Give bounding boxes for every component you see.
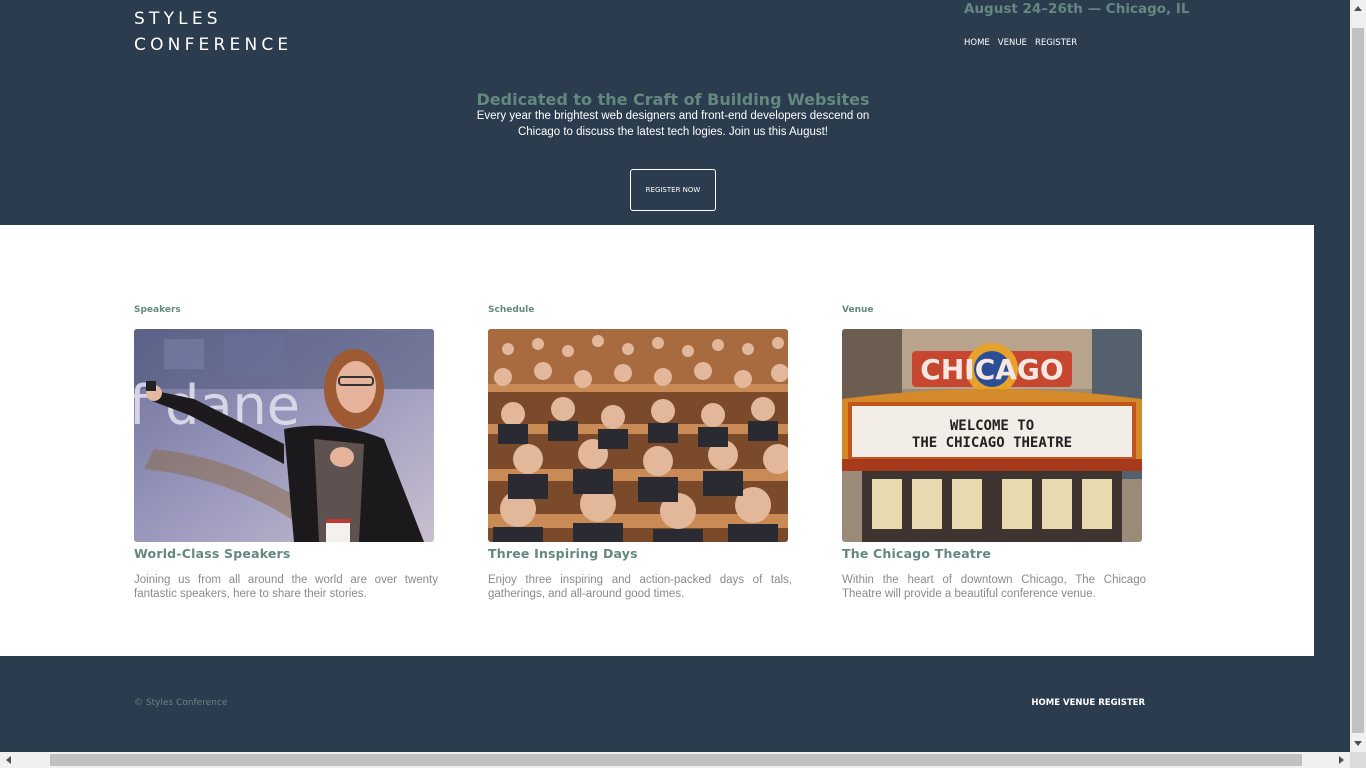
nav-home-link[interactable]: HOME [964, 38, 990, 48]
theatre-photo: CHICAGO WELCOME TO THE CHICAGO THEATRE [842, 329, 1142, 542]
scroll-up-arrow-icon[interactable] [1350, 0, 1366, 17]
venue-image[interactable]: CHICAGO WELCOME TO THE CHICAGO THEATRE [842, 329, 1142, 542]
horizontal-scrollbar[interactable] [0, 752, 1350, 768]
primary-nav: HOME VENUE REGISTER [964, 38, 1077, 48]
venue-title[interactable]: The Chicago Theatre [842, 546, 1146, 561]
marquee-sign-text: CHICAGO [920, 353, 1063, 386]
nav-register-link[interactable]: REGISTER [1035, 38, 1077, 48]
register-now-button[interactable]: REGISTER NOW [630, 169, 716, 211]
speaker-photo: f dane [134, 329, 434, 542]
footer-register-link[interactable]: REGISTER [1098, 698, 1145, 708]
schedule-image[interactable] [488, 329, 788, 542]
speakers-label[interactable]: Speakers [134, 305, 438, 325]
logo-line-conference: CONFERENCE [134, 35, 293, 55]
marquee-welcome-line: WELCOME TO [950, 418, 1034, 434]
venue-description: Within the heart of downtown Chicago, Th… [842, 574, 1146, 600]
scrollbar-corner [1350, 752, 1366, 768]
schedule-column: Schedule Three Inspiring Days Enjoy thre… [488, 305, 792, 601]
audience-photo [488, 329, 788, 542]
schedule-description: Enjoy three inspiring and action-packed … [488, 574, 792, 600]
main-section: Speakers f dane World-Class Speakers Joi… [0, 225, 1314, 656]
speakers-title[interactable]: World-Class Speakers [134, 546, 438, 561]
vertical-scroll-thumb[interactable] [1352, 28, 1364, 733]
speakers-column: Speakers f dane World-Class Speakers Joi… [134, 305, 438, 601]
footer-home-link[interactable]: HOME [1031, 698, 1060, 708]
footer-venue-link[interactable]: VENUE [1063, 698, 1095, 708]
footer-nav: HOME VENUE REGISTER [1031, 698, 1145, 708]
venue-column: Venue CHICAGO WELCOME TO THE CHICAGO THE… [842, 305, 1146, 601]
scroll-left-arrow-icon[interactable] [0, 752, 17, 768]
speakers-description: Joining us from all around the world are… [134, 574, 438, 600]
schedule-title[interactable]: Three Inspiring Days [488, 546, 792, 561]
schedule-label[interactable]: Schedule [488, 305, 792, 325]
hero-title: Dedicated to the Craft of Building Websi… [476, 90, 870, 109]
horizontal-scroll-thumb[interactable] [50, 754, 1302, 766]
logo-line-styles: STYLES [134, 9, 222, 29]
marquee-theatre-line: THE CHICAGO THEATRE [912, 435, 1072, 451]
speakers-image[interactable]: f dane [134, 329, 434, 542]
hero-description: Every year the brightest web designers a… [476, 110, 870, 138]
nav-venue-link[interactable]: VENUE [998, 38, 1027, 48]
scroll-down-arrow-icon[interactable] [1350, 735, 1366, 752]
scroll-right-arrow-icon[interactable] [1333, 752, 1350, 768]
site-footer: © Styles Conference HOME VENUE REGISTER [0, 656, 1350, 752]
site-header: STYLES CONFERENCE August 24–26th — Chica… [0, 0, 1350, 225]
event-tagline: August 24–26th — Chicago, IL [964, 1, 1190, 17]
vertical-scrollbar[interactable] [1350, 0, 1366, 752]
venue-label[interactable]: Venue [842, 305, 1146, 325]
site-logo[interactable]: STYLES CONFERENCE [134, 6, 292, 58]
copyright-text: © Styles Conference [134, 698, 228, 708]
